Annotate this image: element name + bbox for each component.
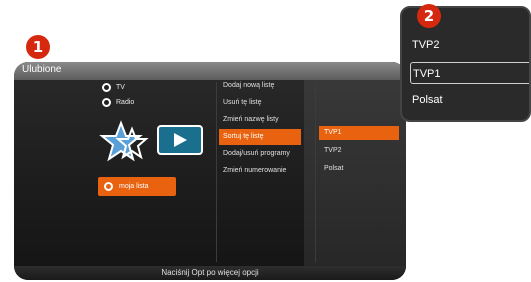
popup-item-tvp1[interactable]: TVP1 xyxy=(410,62,529,84)
tv-screen: Ulubione TV Radio moja lista Dodaj nową … xyxy=(14,62,406,280)
my-list-label: moja lista xyxy=(119,183,149,190)
my-list-button[interactable]: moja lista xyxy=(98,177,176,196)
radio-selected-icon xyxy=(102,83,111,92)
step-badge-2: 2 xyxy=(417,4,441,28)
menu-item-delete-list[interactable]: Usuń tę listę xyxy=(219,95,301,111)
menu-item-rename-list[interactable]: Zmień nazwę listy xyxy=(219,112,301,128)
option-tv[interactable]: TV xyxy=(102,83,125,92)
popup-item-tvp2[interactable]: TVP2 xyxy=(410,34,529,56)
tv-screen-icon xyxy=(157,125,203,155)
step-badge-1: 1 xyxy=(26,35,50,59)
header-bar: Ulubione xyxy=(14,62,406,80)
option-radio[interactable]: Radio xyxy=(102,98,134,107)
menu-item-sort-list[interactable]: Sortuj tę listę xyxy=(219,129,301,145)
footer-bar: Naciśnij Opt po więcej opcji xyxy=(14,266,406,280)
list-radio-icon xyxy=(104,182,113,191)
channel-item-polsat[interactable]: Polsat xyxy=(319,162,399,176)
channel-item-tvp2[interactable]: TVP2 xyxy=(319,144,399,158)
option-tv-label: TV xyxy=(116,84,125,91)
channel-item-tvp1[interactable]: TVP1 xyxy=(319,126,399,140)
menu-item-change-numbering[interactable]: Zmień numerowanie xyxy=(219,163,301,179)
footer-hint: Naciśnij Opt po więcej opcji xyxy=(161,268,259,277)
radio-icon xyxy=(102,98,111,107)
popup-item-polsat[interactable]: Polsat xyxy=(410,89,529,111)
favorites-star-icon xyxy=(99,120,149,162)
menu-item-add-remove-programs[interactable]: Dodaj/usuń programy xyxy=(219,146,301,162)
divider-right xyxy=(315,82,316,262)
menu-item-add-list[interactable]: Dodaj nową listę xyxy=(219,78,301,94)
divider-left xyxy=(216,82,217,262)
page-title: Ulubione xyxy=(22,64,62,75)
option-radio-label: Radio xyxy=(116,99,135,106)
